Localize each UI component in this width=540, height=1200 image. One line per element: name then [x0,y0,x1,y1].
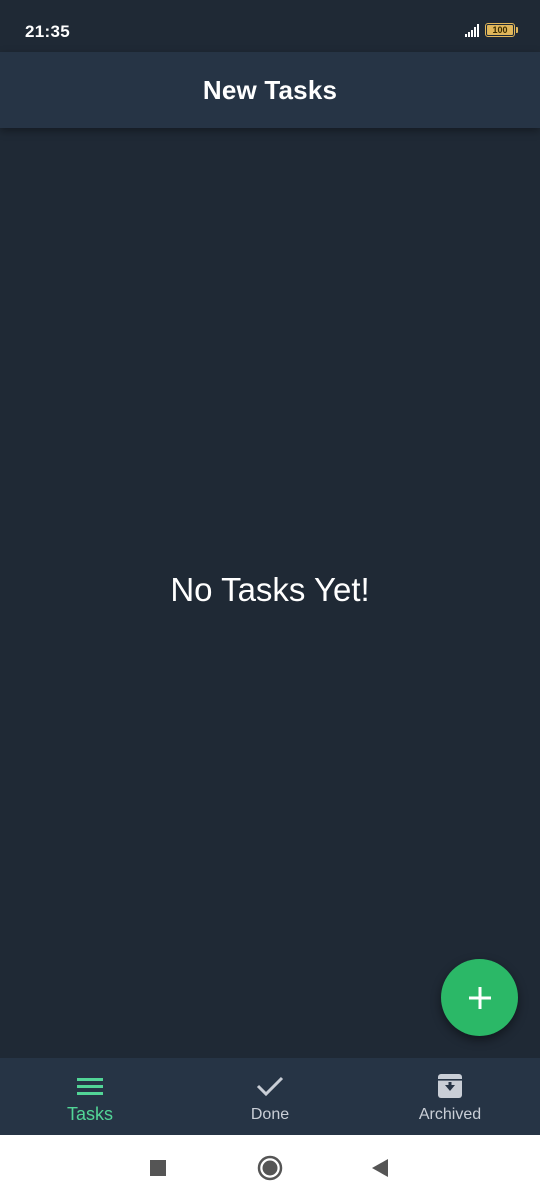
nav-label-archived: Archived [418,1106,482,1123]
back-triangle-icon [372,1158,388,1177]
check-icon [256,1072,284,1100]
archive-icon [436,1072,464,1100]
add-task-button[interactable] [441,959,518,1036]
back-button[interactable] [350,1135,410,1200]
recents-button[interactable] [128,1135,188,1200]
battery-level: 100 [492,24,508,35]
system-navigation-bar [0,1135,540,1200]
signal-icon [465,23,479,37]
app-bar: New Tasks [0,52,540,128]
menu-icon [76,1072,104,1100]
nav-item-archived[interactable]: Archived [360,1058,540,1135]
battery-icon: 100 [485,23,515,37]
status-bar: 21:35 100 [0,0,540,52]
nav-label-tasks: Tasks [66,1104,113,1124]
empty-state-message: No Tasks Yet! [170,571,370,608]
status-time: 21:35 [25,22,70,41]
home-circle-icon [257,1155,283,1180]
home-button[interactable] [240,1135,300,1200]
task-list-area: No Tasks Yet! [0,128,540,1058]
page-title: New Tasks [202,74,338,105]
screen: 21:35 100 New Tasks No Tasks Yet! Tasks … [0,0,540,1200]
nav-item-done[interactable]: Done [180,1058,360,1135]
nav-label-done: Done [250,1106,290,1123]
nav-item-tasks[interactable]: Tasks [0,1058,180,1135]
bottom-navigation: Tasks Done Archived [0,1058,540,1135]
recents-square-icon [150,1159,166,1176]
status-icons: 100 [465,23,518,37]
plus-icon [468,986,491,1009]
